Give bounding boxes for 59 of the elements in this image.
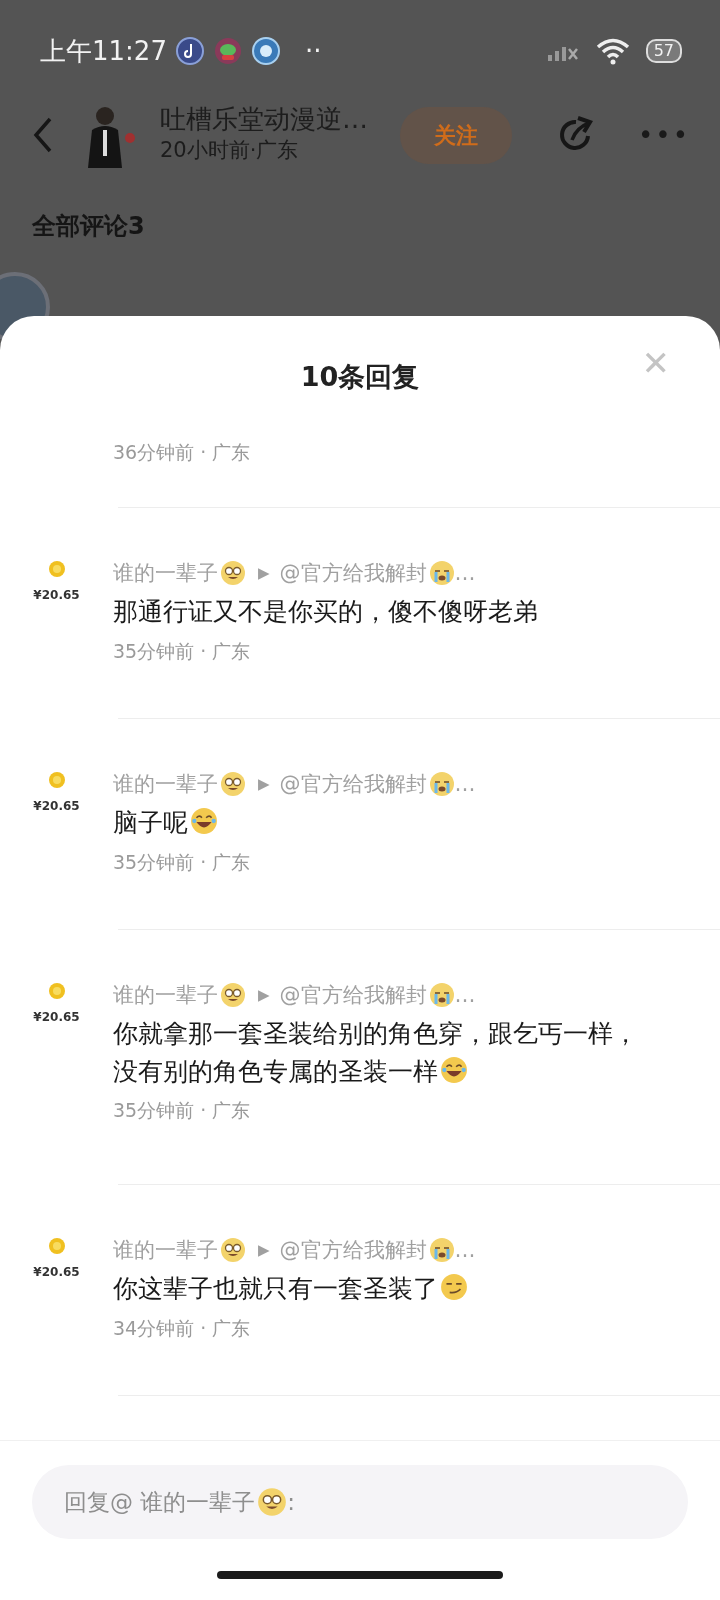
- post-meta: 20小时前·广东: [160, 136, 300, 164]
- status-time: 上午11:27: [40, 34, 167, 68]
- arrow-icon: ▶: [258, 562, 270, 585]
- coin-icon: [47, 559, 66, 578]
- emoji-icon: [440, 1055, 468, 1084]
- emoji-icon: [220, 982, 246, 1009]
- coin-icon: [47, 981, 66, 1000]
- username[interactable]: 谁的一辈子: [113, 979, 218, 1011]
- comment-text: 你这辈子也就只有一套圣装了: [113, 1270, 700, 1308]
- more-button[interactable]: •••: [638, 115, 690, 155]
- reply-input-field[interactable]: 回复@ 谁的一辈子 :: [32, 1465, 688, 1539]
- ellipsis-text: …: [454, 559, 476, 587]
- price-tag: ¥20.65: [0, 1262, 113, 1281]
- comments-heading: 全部评论3: [31, 211, 146, 242]
- close-button[interactable]: ✕: [635, 346, 676, 380]
- arrow-icon: ▶: [258, 1239, 270, 1262]
- comment-text: 你就拿那一套圣装给别的角色穿，跟乞丐一样，没有别的角色专属的圣装一样: [113, 1018, 639, 1088]
- app-icon: [250, 36, 281, 66]
- app-icon: [174, 36, 205, 66]
- emoji-icon: [428, 560, 455, 587]
- status-dots: ··: [304, 34, 322, 68]
- battery-level: 57: [645, 39, 682, 63]
- arrow-icon: ▶: [258, 773, 270, 796]
- coin-icon: [47, 1236, 66, 1255]
- reply-to-name[interactable]: @官方给我解封: [279, 1234, 427, 1266]
- comment-text: 脑子呢: [113, 804, 700, 842]
- price-tag: ¥20.65: [0, 796, 113, 815]
- follow-button[interactable]: 关注: [400, 106, 512, 164]
- wifi-icon: [595, 37, 630, 65]
- username[interactable]: 谁的一辈子: [113, 557, 218, 589]
- emoji-icon: [220, 560, 246, 587]
- emoji-icon: [190, 807, 218, 835]
- comment-time: 34分钟前 · 广东: [113, 1315, 252, 1341]
- emoji-icon: [257, 1487, 288, 1517]
- emoji-icon: [428, 982, 455, 1009]
- comment-time: 35分钟前 · 广东: [113, 1098, 252, 1123]
- ellipsis-text: …: [454, 770, 476, 798]
- ellipsis-text: …: [454, 981, 476, 1009]
- ellipsis-text: …: [454, 1236, 476, 1264]
- emoji-icon: [428, 1237, 455, 1264]
- username[interactable]: 谁的一辈子: [113, 1234, 218, 1266]
- comment-time: 35分钟前 · 广东: [113, 638, 252, 664]
- emoji-icon: [440, 1273, 468, 1301]
- emoji-icon: [428, 771, 455, 798]
- app-icon: [212, 36, 243, 66]
- arrow-icon: ▶: [258, 984, 270, 1007]
- reply-to-name[interactable]: @官方给我解封: [279, 557, 427, 589]
- price-tag: ¥20.65: [0, 1007, 113, 1026]
- comment-time: 35分钟前 · 广东: [113, 849, 252, 875]
- price-tag: ¥20.65: [0, 585, 113, 604]
- comment-time: 36分钟前 · 广东: [112, 440, 252, 465]
- comment-text: 那通行证又不是你买的，傻不傻呀老弟: [113, 596, 539, 628]
- reply-to-name[interactable]: @官方给我解封: [279, 979, 427, 1011]
- username[interactable]: 谁的一辈子: [113, 768, 218, 800]
- sheet-title: 10条回复: [300, 359, 420, 394]
- reply-to-name[interactable]: @官方给我解封: [279, 768, 427, 800]
- emoji-icon: [220, 771, 246, 798]
- emoji-icon: [220, 1237, 246, 1264]
- coin-icon: [47, 770, 66, 789]
